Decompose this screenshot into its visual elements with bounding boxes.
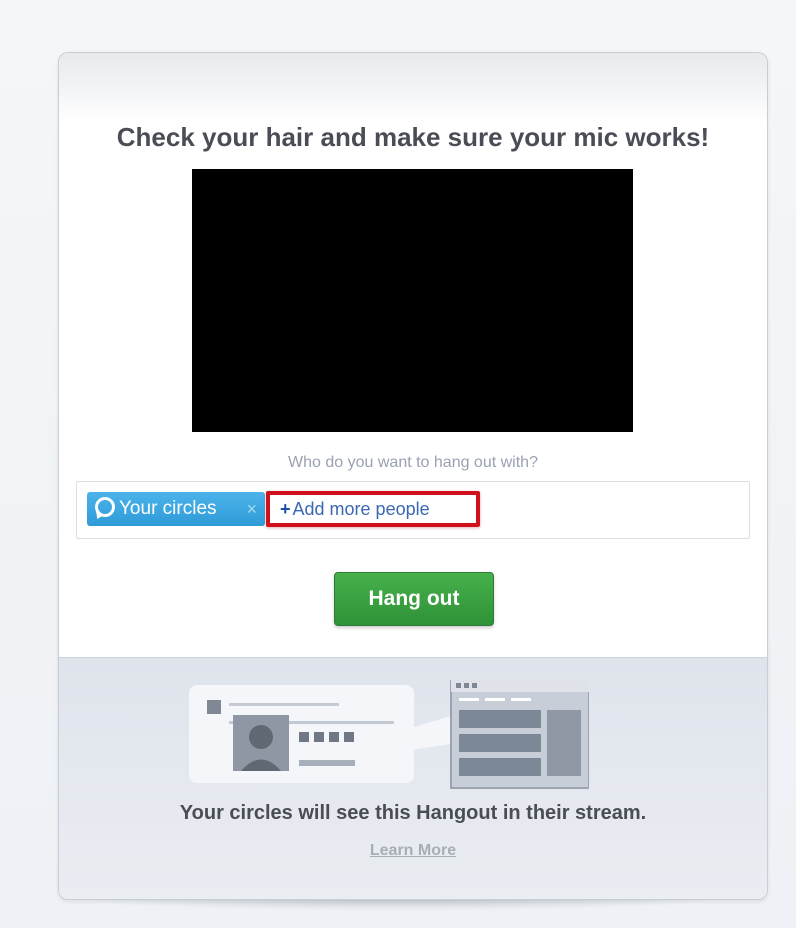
recipients-field[interactable]: Your circles × + Add more people (76, 481, 750, 539)
callout-pointer (411, 716, 451, 750)
stream-message: Your circles will see this Hangout in th… (179, 802, 647, 824)
page: Check your hair and make sure your mic w… (0, 0, 796, 928)
stream-notice: Your circles will see this Hangout in th… (59, 657, 767, 899)
video-preview (192, 169, 633, 432)
add-more-people-label: Add more people (292, 499, 430, 519)
small-avatar-icon (207, 700, 221, 714)
learn-more-link[interactable]: Learn More (370, 842, 456, 859)
invite-prompt: Who do you want to hang out with? (288, 454, 538, 471)
plus-icon: + (280, 499, 291, 519)
hangout-dialog: Check your hair and make sure your mic w… (58, 52, 768, 900)
remove-chip-icon[interactable]: × (246, 492, 257, 526)
learn-more-row: Learn More (59, 842, 767, 860)
your-circles-chip[interactable]: Your circles × (87, 492, 265, 526)
dialog-headline: Check your hair and make sure your mic w… (116, 122, 710, 152)
hang-out-button[interactable]: Hang out (334, 572, 494, 626)
chip-label: Your circles (119, 498, 217, 519)
circles-icon (95, 497, 115, 518)
stream-illustration (189, 680, 589, 789)
add-more-people-link[interactable]: + Add more people (266, 491, 480, 527)
dialog-top-gradient (59, 53, 767, 123)
